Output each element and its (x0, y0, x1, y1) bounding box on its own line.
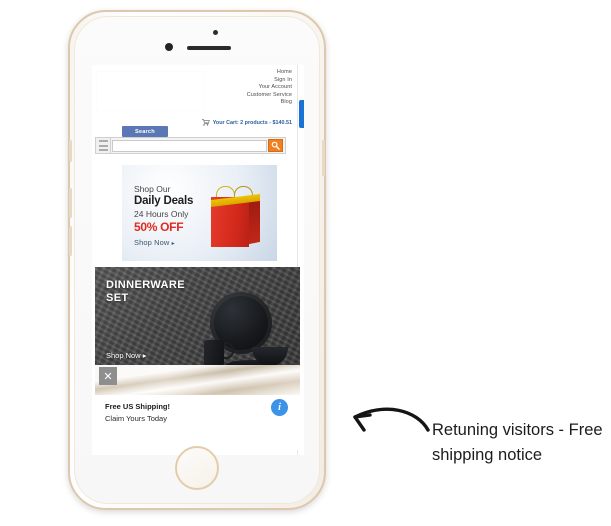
annotation-text: Retuning visitors - Free shipping notice (432, 421, 603, 464)
earpiece-speaker (187, 46, 231, 50)
cart-summary-text: Your Cart: 2 products - $140.51 (212, 119, 292, 126)
deals-shop-now-link[interactable]: Shop Now ▸ (134, 238, 175, 247)
volume-up-button[interactable] (69, 188, 72, 218)
cart-summary[interactable]: Your Cart: 2 products - $140.51 (201, 119, 292, 126)
chevron-right-icon: ▸ (142, 351, 147, 360)
dinnerware-title-line1: DINNERWARE (106, 279, 185, 291)
deals-line-3: 24 Hours Only (134, 208, 189, 219)
volume-down-button[interactable] (69, 226, 72, 256)
proximity-sensor-icon (213, 30, 218, 35)
site-logo[interactable] (96, 71, 204, 111)
magnifier-icon (271, 137, 280, 155)
deals-line-2: Daily Deals (134, 195, 194, 207)
hamburger-menu-icon[interactable] (96, 138, 111, 153)
shopping-cart-icon (201, 119, 210, 126)
deals-discount: 50% OFF (134, 219, 184, 234)
deals-shop-now-label: Shop Now (134, 238, 170, 247)
front-camera-icon (165, 43, 173, 51)
deals-line-1: Shop Our (134, 184, 171, 194)
dinnerware-set-image (190, 288, 290, 370)
mug-icon (204, 340, 224, 368)
nav-link-sign-in[interactable]: Sign In (247, 77, 292, 85)
site-header: Home Sign In Your Account Customer Servi… (92, 65, 304, 119)
notice-title: Free US Shipping! (105, 402, 171, 411)
search-submit-button[interactable] (268, 139, 283, 152)
daily-deals-text: Shop Our Daily Deals 24 Hours Only 50% O… (134, 184, 193, 235)
daily-deals-banner[interactable]: Shop Our Daily Deals 24 Hours Only 50% O… (122, 165, 277, 261)
dinnerware-title: DINNERWARE SET (106, 279, 185, 304)
mute-switch[interactable] (69, 140, 72, 162)
phone-screen: Home Sign In Your Account Customer Servi… (92, 65, 304, 455)
nav-link-customer-service[interactable]: Customer Service (247, 92, 292, 100)
nav-link-home[interactable]: Home (247, 69, 292, 77)
search-bar (95, 137, 286, 154)
info-circle-icon[interactable]: i (271, 399, 288, 416)
red-gift-bag-icon (211, 185, 263, 247)
top-navigation: Home Sign In Your Account Customer Servi… (247, 69, 292, 107)
dinnerware-shop-now-label: Shop Now (106, 351, 141, 360)
close-icon[interactable]: ✕ (99, 367, 117, 385)
dinnerware-banner[interactable]: DINNERWARE SET Shop Now ▸ (95, 267, 300, 372)
notice-text: Free US Shipping! Claim Yours Today (105, 401, 170, 425)
notice-background-image (95, 365, 300, 395)
dinnerware-title-line2: SET (106, 291, 129, 304)
chevron-right-icon: ▸ (171, 241, 175, 247)
search-input[interactable] (112, 139, 267, 152)
home-button[interactable] (175, 446, 219, 490)
curved-arrow-left-icon (353, 407, 430, 432)
free-shipping-notice: ✕ Free US Shipping! Claim Yours Today i (95, 365, 300, 450)
notice-subtitle: Claim Yours Today (105, 414, 167, 423)
phone-device: Home Sign In Your Account Customer Servi… (68, 10, 326, 510)
nav-link-blog[interactable]: Blog (247, 99, 292, 107)
search-tab-label[interactable]: Search (122, 126, 168, 137)
nav-link-your-account[interactable]: Your Account (247, 84, 292, 92)
power-button[interactable] (322, 140, 325, 176)
dinnerware-shop-now-link[interactable]: Shop Now ▸ (106, 351, 146, 360)
